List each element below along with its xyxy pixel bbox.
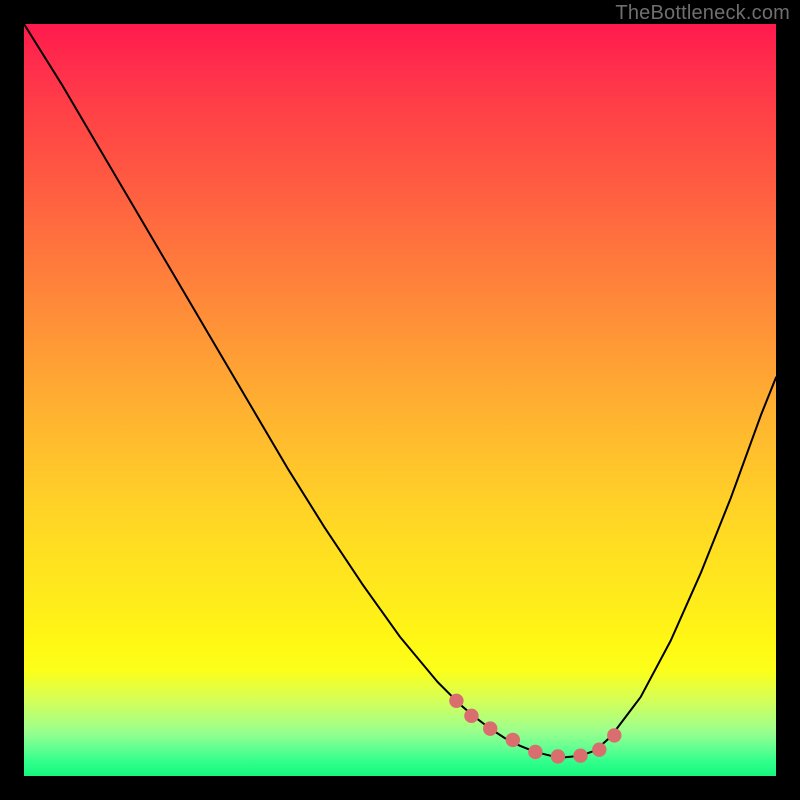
valley-marker xyxy=(592,742,606,756)
valley-marker xyxy=(573,749,587,763)
valley-marker xyxy=(551,749,565,763)
valley-marker xyxy=(607,728,621,742)
chart-svg xyxy=(24,24,776,776)
valley-marker xyxy=(483,721,497,735)
chart-frame: TheBottleneck.com xyxy=(0,0,800,800)
valley-marker xyxy=(464,709,478,723)
marker-group xyxy=(449,694,621,764)
valley-marker xyxy=(449,694,463,708)
plot-area xyxy=(24,24,776,776)
bottleneck-curve xyxy=(24,24,776,757)
valley-marker xyxy=(506,733,520,747)
valley-marker xyxy=(528,745,542,759)
watermark-text: TheBottleneck.com xyxy=(615,2,790,25)
